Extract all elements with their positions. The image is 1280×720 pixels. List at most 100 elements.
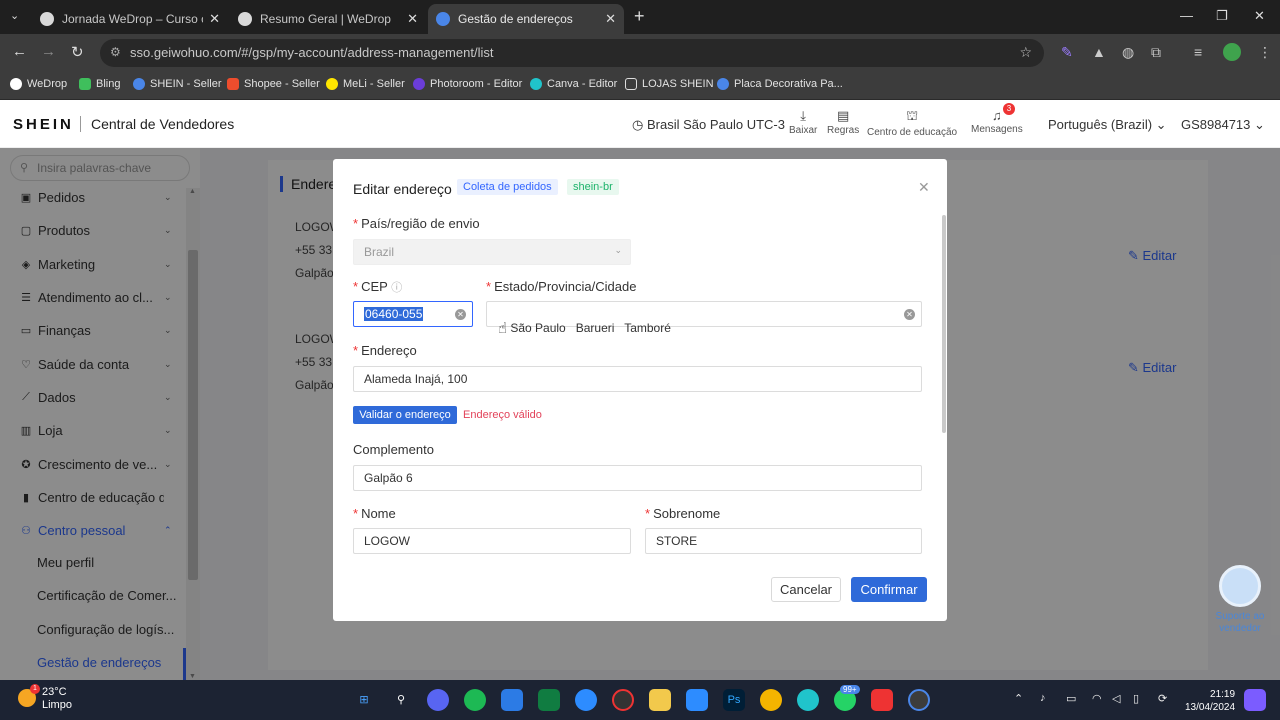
clear-icon[interactable]: ✕ bbox=[904, 309, 915, 320]
window-close-icon[interactable]: ✕ bbox=[1254, 8, 1265, 24]
cep-label: * CEP ⓘ bbox=[353, 279, 403, 294]
folder-icon bbox=[625, 78, 637, 90]
media-control-icon[interactable]: ≡ bbox=[1194, 44, 1202, 60]
wifi-icon[interactable]: ◠ bbox=[1092, 692, 1102, 705]
new-tab-button[interactable]: + bbox=[634, 6, 645, 27]
chrome-icon[interactable] bbox=[760, 689, 782, 711]
calculator-icon[interactable] bbox=[501, 689, 523, 711]
extension-pen-icon[interactable]: ✎ bbox=[1061, 44, 1073, 61]
header-messages[interactable]: ♫ Mensagens bbox=[971, 108, 1023, 135]
bookmark-star-icon[interactable]: ☆ bbox=[1019, 44, 1032, 61]
user-account-menu[interactable]: GS8984713 ⌄ bbox=[1181, 117, 1265, 133]
seller-center-header: SHEIN Central de Vendedores ◷ Brasil São… bbox=[0, 100, 1280, 148]
bookmarks-bar: WeDrop Bling SHEIN - Seller Shopee - Sel… bbox=[0, 72, 1280, 100]
address-input[interactable]: Alameda Inajá, 100 bbox=[353, 366, 922, 392]
shein-logo[interactable]: SHEIN bbox=[13, 116, 74, 133]
close-icon[interactable]: ✕ bbox=[918, 179, 930, 196]
windows-start-icon[interactable]: ⊞ bbox=[353, 689, 375, 711]
spotify-icon[interactable] bbox=[464, 689, 486, 711]
discord-icon[interactable] bbox=[427, 689, 449, 711]
bookmark-lojas-shein[interactable]: LOJAS SHEIN bbox=[625, 78, 714, 90]
app-icon[interactable] bbox=[538, 689, 560, 711]
obs-icon[interactable] bbox=[612, 689, 634, 711]
zoom-icon[interactable] bbox=[575, 689, 597, 711]
address-bar-row: ← → ↻ ⚙ sso.geiwohuo.com/#/gsp/my-accoun… bbox=[0, 34, 1280, 72]
youtube-icon[interactable] bbox=[871, 689, 893, 711]
mouse-cursor-icon: ☝ bbox=[498, 320, 508, 337]
reload-icon[interactable]: ↻ bbox=[71, 43, 84, 61]
bookmark-wedrop[interactable]: WeDrop bbox=[10, 78, 67, 90]
tag-coleta-pedidos: Coleta de pedidos bbox=[457, 179, 558, 195]
dialog-scrollbar[interactable] bbox=[942, 215, 946, 433]
extensions-puzzle-icon[interactable]: ⧉ bbox=[1151, 44, 1161, 61]
site-info-icon[interactable]: ⚙ bbox=[110, 45, 121, 59]
header-download[interactable]: ⤓ Baixar bbox=[789, 108, 817, 136]
url-field[interactable]: ⚙ sso.geiwohuo.com/#/gsp/my-account/addr… bbox=[100, 39, 1044, 67]
file-explorer-icon[interactable] bbox=[649, 689, 671, 711]
state-city-label: * Estado/Provincia/Cidade bbox=[486, 279, 637, 294]
cep-input[interactable]: 06460-055 ✕ bbox=[353, 301, 473, 327]
bookmark-shein-seller[interactable]: SHEIN - Seller bbox=[133, 78, 222, 90]
bookmark-canva[interactable]: Canva - Editor bbox=[530, 78, 617, 90]
tab-search-icon[interactable]: ⌄ bbox=[10, 9, 19, 22]
seller-center-title: Central de Vendedores bbox=[91, 116, 235, 132]
bookmark-bling[interactable]: Bling bbox=[79, 78, 120, 90]
bookmark-shopee-seller[interactable]: Shopee - Seller bbox=[227, 78, 320, 90]
system-clock[interactable]: 21:19 13/04/2024 bbox=[1185, 688, 1235, 714]
taskbar-search-icon[interactable]: ⚲ bbox=[390, 689, 412, 711]
graduation-cap-icon: ⛫ bbox=[906, 108, 919, 123]
extension-triangle-icon[interactable]: ▲ bbox=[1092, 44, 1106, 60]
close-tab-icon[interactable]: ✕ bbox=[605, 11, 616, 27]
confirm-button[interactable]: Confirmar bbox=[851, 577, 927, 602]
wedrop-icon bbox=[10, 78, 22, 90]
dialog-title: Editar endereço bbox=[353, 181, 452, 197]
tab-gestao-enderecos[interactable]: Gestão de endereços ✕ bbox=[428, 4, 624, 34]
bookmark-placa-decorativa[interactable]: Placa Decorativa Pa... bbox=[717, 78, 843, 90]
tray-chevron-up-icon[interactable]: ⌃ bbox=[1014, 692, 1023, 705]
bookmark-meli-seller[interactable]: MeLi - Seller bbox=[326, 78, 405, 90]
validate-address-button[interactable]: Validar o endereço bbox=[353, 406, 457, 424]
bell-icon: ♫ bbox=[991, 108, 1002, 123]
meli-icon bbox=[326, 78, 338, 90]
country-select: Brazil ⌄ bbox=[353, 239, 631, 265]
bookmark-photoroom[interactable]: Photoroom - Editor bbox=[413, 78, 522, 90]
close-tab-icon[interactable]: ✕ bbox=[209, 11, 220, 27]
restore-icon[interactable]: ❐ bbox=[1216, 8, 1228, 24]
canva-taskbar-icon[interactable] bbox=[797, 689, 819, 711]
close-tab-icon[interactable]: ✕ bbox=[407, 11, 418, 27]
seller-support-button[interactable]: Suporte ao vendedor bbox=[1210, 565, 1270, 635]
help-icon[interactable]: ⓘ bbox=[391, 282, 402, 294]
download-icon: ⤓ bbox=[800, 108, 807, 123]
sync-icon[interactable]: ⟳ bbox=[1158, 692, 1167, 705]
extension-mouse-icon[interactable]: ◍ bbox=[1122, 44, 1134, 61]
profile-avatar[interactable] bbox=[1223, 43, 1241, 61]
cancel-button[interactable]: Cancelar bbox=[771, 577, 841, 602]
back-icon[interactable]: ← bbox=[12, 43, 27, 60]
photoshop-icon[interactable]: Ps bbox=[723, 689, 745, 711]
header-education-center[interactable]: ⛫ Centro de educação bbox=[867, 108, 957, 138]
battery-icon[interactable]: ▯ bbox=[1133, 692, 1139, 705]
weather-widget[interactable]: 1 23°C Limpo bbox=[18, 684, 72, 712]
complement-input[interactable]: Galpão 6 bbox=[353, 465, 922, 491]
complement-label: Complemento bbox=[353, 442, 434, 457]
last-name-input[interactable]: STORE bbox=[645, 528, 922, 554]
chrome-menu-icon[interactable]: ⋮ bbox=[1258, 44, 1272, 61]
state-city-select[interactable]: São Paulo Barueri Tamboré ✕ bbox=[486, 301, 922, 335]
copilot-icon[interactable] bbox=[1244, 689, 1266, 711]
whatsapp-badge: 99+ bbox=[840, 685, 860, 694]
keyboard-icon[interactable]: ▭ bbox=[1066, 692, 1076, 705]
language-selector[interactable]: Português (Brazil) ⌄ bbox=[1048, 117, 1167, 133]
timezone-selector[interactable]: ◷ Brasil São Paulo UTC-3 bbox=[632, 117, 785, 133]
tab-jornada[interactable]: Jornada WeDrop – Curso comp ✕ bbox=[32, 4, 228, 34]
weather-badge: 1 bbox=[30, 684, 40, 694]
clear-icon[interactable]: ✕ bbox=[455, 309, 466, 320]
microphone-icon[interactable]: ♪ bbox=[1040, 692, 1046, 704]
forward-icon[interactable]: → bbox=[41, 43, 56, 60]
volume-icon[interactable]: ◁ bbox=[1112, 692, 1120, 705]
first-name-input[interactable]: LOGOW bbox=[353, 528, 631, 554]
notepad-icon[interactable] bbox=[686, 689, 708, 711]
minimize-icon[interactable]: — bbox=[1180, 8, 1193, 23]
header-rules[interactable]: ▤ Regras bbox=[827, 108, 859, 136]
tab-resumo[interactable]: Resumo Geral | WeDrop ✕ bbox=[230, 4, 426, 34]
chrome-active-icon[interactable] bbox=[908, 689, 930, 711]
